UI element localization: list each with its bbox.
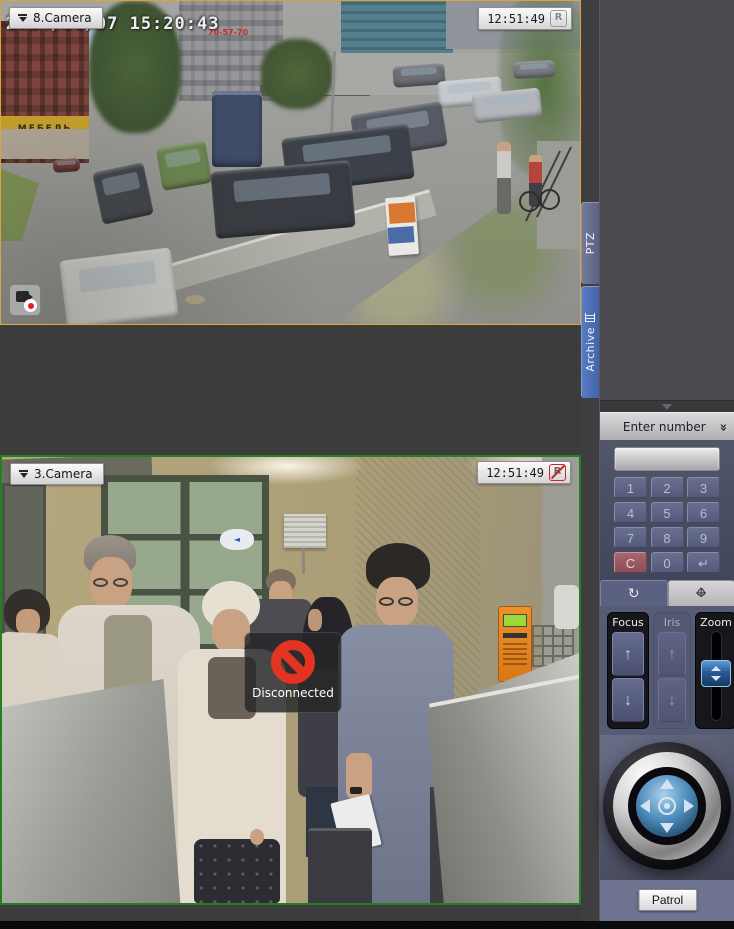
no-entry-icon: [271, 640, 315, 684]
key-0[interactable]: 0: [651, 552, 684, 573]
watch: [350, 787, 362, 794]
key-1[interactable]: 1: [614, 477, 647, 498]
joystick-knob[interactable]: [636, 775, 698, 837]
video-frame-outdoor: МЕБЕЛЬ 70-57-70: [1, 1, 580, 324]
camera-clock: 12:51:49 R: [478, 7, 572, 30]
tab-ptz-move[interactable]: ↔ ↕: [668, 580, 734, 606]
metal-barrier-left: [2, 679, 186, 903]
focus-up-button[interactable]: ↑: [612, 632, 644, 676]
key-5[interactable]: 5: [651, 502, 684, 523]
person-face: [308, 609, 322, 631]
tab-ptz-label: PTZ: [584, 232, 597, 254]
joystick-zone: [600, 735, 734, 880]
clock-text: 12:51:49: [487, 12, 545, 26]
clock-text: 12:51:49: [486, 466, 544, 480]
key-7[interactable]: 7: [614, 527, 647, 548]
number-display[interactable]: [614, 447, 720, 471]
tab-ptz[interactable]: PTZ: [581, 202, 599, 284]
window-bottom-edge: [0, 921, 734, 929]
terminal-slot: [503, 633, 527, 638]
disconnected-text: Disconnected: [245, 686, 341, 700]
iris-label: Iris: [657, 616, 687, 629]
white-object: [554, 585, 579, 629]
person-face: [16, 609, 40, 635]
arrow-down-icon: [660, 823, 674, 833]
focus-down-button[interactable]: ↓: [612, 678, 644, 722]
patrol-strip: Patrol: [600, 880, 734, 921]
focus-control: Focus ↑ ↓: [607, 612, 649, 729]
record-badge[interactable]: R: [550, 10, 567, 27]
ptz-panel: Enter number » 1 2 3 4 5 6 7 8 9 C 0 ↵ ↻: [599, 0, 734, 921]
record-disabled-badge[interactable]: R: [549, 464, 566, 481]
arrow-right-icon: [684, 799, 694, 813]
key-6[interactable]: 6: [687, 502, 720, 523]
iris-down-button: ↓: [658, 678, 686, 722]
vignette: [1, 1, 580, 324]
turnstile-post: [308, 828, 372, 903]
glasses: [398, 597, 413, 606]
keypad-grid: 1 2 3 4 5 6 7 8 9 C 0 ↵: [614, 477, 722, 573]
ac-pipe: [302, 548, 305, 574]
patrol-button[interactable]: Patrol: [638, 889, 697, 911]
glasses: [379, 597, 394, 606]
terminal-screen: [503, 614, 527, 627]
tab-archive[interactable]: Archive: [581, 286, 599, 398]
zoom-label: Zoom: [699, 616, 733, 629]
rotate-icon: ↻: [628, 587, 640, 601]
camera-clock: 12:51:49 R: [477, 461, 571, 484]
ac-unit: [284, 514, 326, 548]
person-hand: [250, 829, 264, 845]
direction-sign: ◄: [220, 529, 254, 550]
terminal-keys: [503, 643, 527, 665]
glasses: [113, 578, 128, 587]
glasses: [93, 578, 108, 587]
key-clear[interactable]: C: [614, 552, 647, 573]
enter-number-title: Enter number: [600, 420, 719, 434]
side-tab-column: PTZ Archive: [581, 0, 600, 921]
camera-name-dropdown[interactable]: 8.Camera: [9, 7, 103, 29]
tab-ptz-rotate[interactable]: ↻: [600, 580, 668, 606]
ptz-joystick[interactable]: [603, 742, 731, 870]
ptz-lens-controls: Focus ↑ ↓ Iris ↑ ↓ Zoom: [600, 606, 734, 735]
iris-control: Iris ↑ ↓: [653, 612, 691, 729]
zoom-slider-track[interactable]: [712, 632, 721, 720]
handbag: [194, 839, 280, 903]
vms-window: МЕБЕЛЬ 70-57-70: [0, 0, 734, 929]
ptz-mode-tabs: ↻ ↔ ↕: [600, 580, 734, 606]
key-2[interactable]: 2: [651, 477, 684, 498]
joystick-center-icon: [658, 797, 676, 815]
iris-up-button: ↑: [658, 632, 686, 676]
number-keypad: 1 2 3 4 5 6 7 8 9 C 0 ↵: [600, 440, 734, 580]
camera-tile-8[interactable]: МЕБЕЛЬ 70-57-70: [0, 0, 581, 325]
key-9[interactable]: 9: [687, 527, 720, 548]
arrow-up-icon: [660, 779, 674, 789]
record-dot-icon: [24, 299, 37, 312]
tab-archive-label: Archive: [584, 327, 597, 372]
camera-name-label: 3.Camera: [34, 467, 93, 481]
zoom-slider-handle[interactable]: [701, 660, 731, 687]
camera-name-label: 8.Camera: [33, 11, 92, 25]
arrow-left-icon: [640, 799, 650, 813]
key-8[interactable]: 8: [651, 527, 684, 548]
enter-number-header[interactable]: Enter number »: [600, 412, 734, 441]
archive-icon: [585, 313, 595, 322]
key-4[interactable]: 4: [614, 502, 647, 523]
camera-name-dropdown[interactable]: 3.Camera: [10, 463, 104, 485]
dropdown-icon: [18, 470, 29, 478]
zoom-control: Zoom: [695, 612, 734, 729]
focus-label: Focus: [611, 616, 645, 629]
camera-tile-3[interactable]: ◄: [0, 455, 581, 905]
key-3[interactable]: 3: [687, 477, 720, 498]
collapse-chevron-icon: »: [715, 423, 730, 431]
recording-indicator-button[interactable]: [9, 284, 41, 316]
disconnected-overlay: Disconnected: [245, 633, 341, 712]
move-arrows-icon: ↔ ↕: [693, 586, 709, 602]
dropdown-icon: [17, 14, 28, 22]
key-enter[interactable]: ↵: [687, 552, 720, 573]
